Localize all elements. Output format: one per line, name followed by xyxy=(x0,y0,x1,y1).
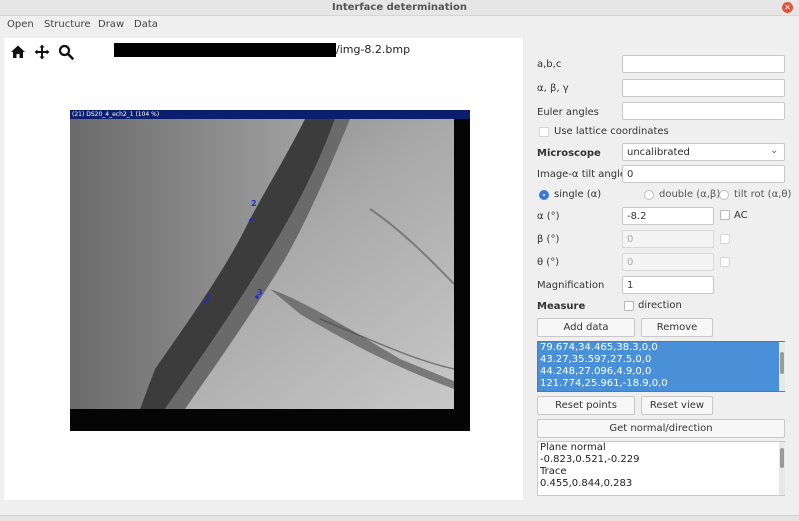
tilt-label: Image-α tilt angle xyxy=(537,169,627,180)
scroll-thumb[interactable] xyxy=(780,352,784,374)
euler-label: Euler angles xyxy=(537,107,599,118)
alpha-input[interactable]: -8.2 xyxy=(622,207,714,225)
lattice-label: Use lattice coordinates xyxy=(554,126,669,137)
plot-canvas[interactable]: /img-8.2.bmp (21) DS20_4_ech2_1 (104 %) xyxy=(4,38,523,500)
magnification-input[interactable]: 1 xyxy=(622,276,714,294)
beta-label: β (°) xyxy=(537,234,560,245)
abc-input[interactable] xyxy=(622,55,785,73)
reset-points-button[interactable]: Reset points xyxy=(537,396,635,415)
tilt-input[interactable]: 0 xyxy=(622,165,785,183)
ac-checkbox[interactable] xyxy=(720,210,730,220)
marker-label-3: 3 xyxy=(257,288,263,297)
data-list-scrollbar[interactable] xyxy=(779,342,785,391)
menu-bar: Open Structure Draw Data xyxy=(0,16,799,34)
ac-label: AC xyxy=(734,210,748,221)
radio-tiltrot-label: tilt rot (α,θ) xyxy=(734,189,792,200)
output-line: Plane normal xyxy=(540,442,606,453)
magnification-label: Magnification xyxy=(537,280,605,291)
list-item[interactable]: 121.774,25.961,-18.9,0,0 xyxy=(538,378,784,390)
abc-label: a,b,c xyxy=(537,59,562,70)
data-list[interactable]: 79.674,34.465,38.3,0,0 43.27,35.597,27.5… xyxy=(537,341,785,392)
reset-view-button[interactable]: Reset view xyxy=(641,396,713,415)
measure-label: Measure xyxy=(537,301,586,312)
close-icon[interactable]: ✕ xyxy=(782,2,793,13)
theta-input[interactable]: 0 xyxy=(622,253,714,271)
theta-label: θ (°) xyxy=(537,257,560,268)
microscope-label: Microscope xyxy=(537,148,601,159)
control-panel: a,b,c α, β, γ Euler angles Use lattice c… xyxy=(527,38,799,500)
output-line: -0.823,0.521,-0.229 xyxy=(540,454,640,465)
radio-tiltrot[interactable] xyxy=(719,190,729,200)
output-line: 0.455,0.844,0.283 xyxy=(540,478,633,489)
menu-draw[interactable]: Draw xyxy=(98,19,124,30)
radio-double-label: double (α,β) xyxy=(659,189,721,200)
home-icon[interactable] xyxy=(10,44,26,60)
direction-checkbox[interactable] xyxy=(624,301,634,311)
beta-input[interactable]: 0 xyxy=(622,230,714,248)
zoom-icon[interactable] xyxy=(58,44,74,60)
lattice-checkbox[interactable] xyxy=(539,127,549,137)
microscope-value: uncalibrated xyxy=(627,147,690,158)
theta-checkbox[interactable] xyxy=(720,257,730,267)
radio-double[interactable] xyxy=(644,190,654,200)
add-data-button[interactable]: Add data xyxy=(537,318,635,337)
menu-structure[interactable]: Structure xyxy=(44,19,91,30)
remove-button[interactable]: Remove xyxy=(641,318,713,337)
list-item[interactable]: 79.674,34.465,38.3,0,0 xyxy=(538,342,784,354)
angles-label: α, β, γ xyxy=(537,83,569,94)
marker-label-1: 1 xyxy=(206,293,212,302)
alpha-label: α (°) xyxy=(537,211,560,222)
beta-checkbox[interactable] xyxy=(720,234,730,244)
move-icon[interactable] xyxy=(34,44,50,60)
marker-label-2: 2 xyxy=(251,199,257,208)
radio-single-label: single (α) xyxy=(554,189,602,200)
microscope-select[interactable]: uncalibrated ⌄ xyxy=(622,143,785,161)
radio-single[interactable] xyxy=(539,190,549,200)
direction-label: direction xyxy=(638,300,682,311)
file-name: /img-8.2.bmp xyxy=(336,43,411,56)
output-line: Trace xyxy=(540,466,567,477)
menu-data[interactable]: Data xyxy=(134,19,158,30)
status-bar xyxy=(0,515,799,521)
menu-open[interactable]: Open xyxy=(7,19,34,30)
window-title: Interface determination xyxy=(332,2,467,13)
get-normal-button[interactable]: Get normal/direction xyxy=(537,419,785,438)
micrograph xyxy=(70,119,470,431)
scroll-thumb[interactable] xyxy=(780,448,784,468)
image-header: (21) DS20_4_ech2_1 (104 %) xyxy=(70,110,470,119)
angles-input[interactable] xyxy=(622,79,785,97)
euler-input[interactable] xyxy=(622,102,785,120)
redacted-path xyxy=(114,43,336,57)
micrograph-image[interactable]: (21) DS20_4_ech2_1 (104 %) 2 1 3 xyxy=(70,110,470,431)
output-scrollbar[interactable] xyxy=(779,442,785,495)
chevron-down-icon: ⌄ xyxy=(770,146,778,156)
output-text[interactable]: Plane normal -0.823,0.521,-0.229 Trace 0… xyxy=(537,441,785,496)
list-item[interactable]: 43.27,35.597,27.5,0,0 xyxy=(538,354,784,366)
title-bar: Interface determination ✕ xyxy=(0,0,799,16)
list-item[interactable]: 44.248,27.096,4.9,0,0 xyxy=(538,366,784,378)
